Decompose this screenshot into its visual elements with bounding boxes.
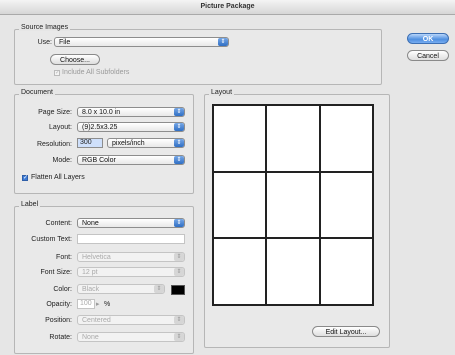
ok-button[interactable]: OK bbox=[407, 33, 449, 44]
chevron-updown-icon: ⇕ bbox=[174, 139, 184, 147]
document-title: Document bbox=[19, 89, 55, 96]
layout-preview bbox=[212, 104, 374, 306]
page-size-label: Page Size: bbox=[38, 109, 72, 116]
chevron-updown-icon: ⇕ bbox=[174, 219, 184, 227]
font-select[interactable]: Helvetica ⇕ bbox=[77, 252, 185, 262]
layout-cell bbox=[213, 171, 267, 239]
layout-cell bbox=[213, 238, 267, 305]
flatten-layers-checkbox[interactable]: ✓ bbox=[22, 175, 28, 181]
layout-cell bbox=[266, 238, 320, 305]
resolution-field[interactable]: 300 bbox=[77, 138, 103, 148]
content-value: None bbox=[82, 220, 99, 227]
edit-layout-button[interactable]: Edit Layout... bbox=[312, 326, 380, 337]
rotate-value: None bbox=[82, 334, 99, 341]
mode-select[interactable]: RGB Color ⇕ bbox=[77, 155, 185, 165]
layout-value: (9)2.5x3.25 bbox=[82, 124, 118, 131]
font-label: Font: bbox=[56, 254, 72, 261]
position-select[interactable]: Centered ⇕ bbox=[77, 315, 185, 325]
font-value: Helvetica bbox=[82, 254, 111, 261]
source-images-title: Source Images bbox=[19, 24, 71, 31]
mode-value: RGB Color bbox=[82, 157, 116, 164]
chevron-updown-icon: ⇕ bbox=[174, 316, 184, 324]
chevron-updown-icon: ⇕ bbox=[154, 285, 164, 293]
mode-label: Mode: bbox=[52, 157, 72, 164]
window-title: Picture Package bbox=[0, 0, 455, 15]
color-select[interactable]: Black ⇕ bbox=[77, 284, 165, 294]
flatten-layers-label: Flatten All Layers bbox=[31, 174, 85, 181]
color-swatch[interactable] bbox=[171, 285, 185, 295]
page-size-value: 8.0 x 10.0 in bbox=[82, 109, 121, 116]
resolution-unit-select[interactable]: pixels/inch ⇕ bbox=[107, 138, 185, 148]
color-label: Color: bbox=[53, 286, 72, 293]
cancel-button[interactable]: Cancel bbox=[407, 50, 449, 61]
opacity-unit: % bbox=[104, 301, 111, 308]
chevron-updown-icon: ⇕ bbox=[174, 123, 184, 131]
layout-cell bbox=[319, 238, 373, 305]
resolution-label: Resolution: bbox=[36, 141, 72, 148]
font-size-value: 12 pt bbox=[82, 269, 98, 276]
layout-select[interactable]: (9)2.5x3.25 ⇕ bbox=[77, 122, 185, 132]
color-value: Black bbox=[82, 286, 100, 293]
position-value: Centered bbox=[82, 317, 111, 324]
custom-text-label: Custom Text: bbox=[31, 236, 72, 243]
custom-text-field[interactable] bbox=[77, 234, 185, 244]
layout-cell bbox=[319, 105, 373, 172]
use-value: File bbox=[59, 39, 71, 46]
chevron-updown-icon: ⇕ bbox=[174, 333, 184, 341]
layout-label: Layout: bbox=[49, 124, 72, 131]
layout-cell bbox=[213, 105, 267, 172]
include-subfolders-checkbox[interactable]: ✓ bbox=[54, 70, 60, 76]
chevron-updown-icon: ⇕ bbox=[218, 38, 228, 46]
font-size-label: Font Size: bbox=[40, 269, 72, 276]
chevron-updown-icon: ⇕ bbox=[174, 156, 184, 164]
font-size-select[interactable]: 12 pt ⇕ bbox=[77, 267, 185, 277]
opacity-label: Opacity: bbox=[46, 301, 72, 308]
opacity-field[interactable]: 100 bbox=[77, 299, 95, 309]
include-subfolders-label: Include All Subfolders bbox=[62, 69, 130, 76]
chevron-updown-icon: ⇕ bbox=[174, 268, 184, 276]
content-label: Content: bbox=[45, 220, 72, 227]
layout-cell bbox=[266, 171, 320, 239]
page-size-select[interactable]: 8.0 x 10.0 in ⇕ bbox=[77, 107, 185, 117]
label-group-title: Label bbox=[19, 201, 41, 208]
layout-cell bbox=[319, 171, 373, 239]
position-label: Position: bbox=[45, 317, 72, 324]
use-label: Use: bbox=[37, 39, 52, 46]
resolution-unit-value: pixels/inch bbox=[112, 140, 145, 147]
choose-button[interactable]: Choose... bbox=[50, 54, 100, 65]
layout-cell bbox=[266, 105, 320, 172]
opacity-stepper-icon[interactable]: ▸ bbox=[96, 300, 100, 308]
rotate-select[interactable]: None ⇕ bbox=[77, 332, 185, 342]
chevron-updown-icon: ⇕ bbox=[174, 108, 184, 116]
content-select[interactable]: None ⇕ bbox=[77, 218, 185, 228]
use-select[interactable]: File ⇕ bbox=[54, 37, 229, 47]
chevron-updown-icon: ⇕ bbox=[174, 253, 184, 261]
rotate-label: Rotate: bbox=[49, 334, 72, 341]
layout-group-title: Layout bbox=[209, 89, 235, 96]
